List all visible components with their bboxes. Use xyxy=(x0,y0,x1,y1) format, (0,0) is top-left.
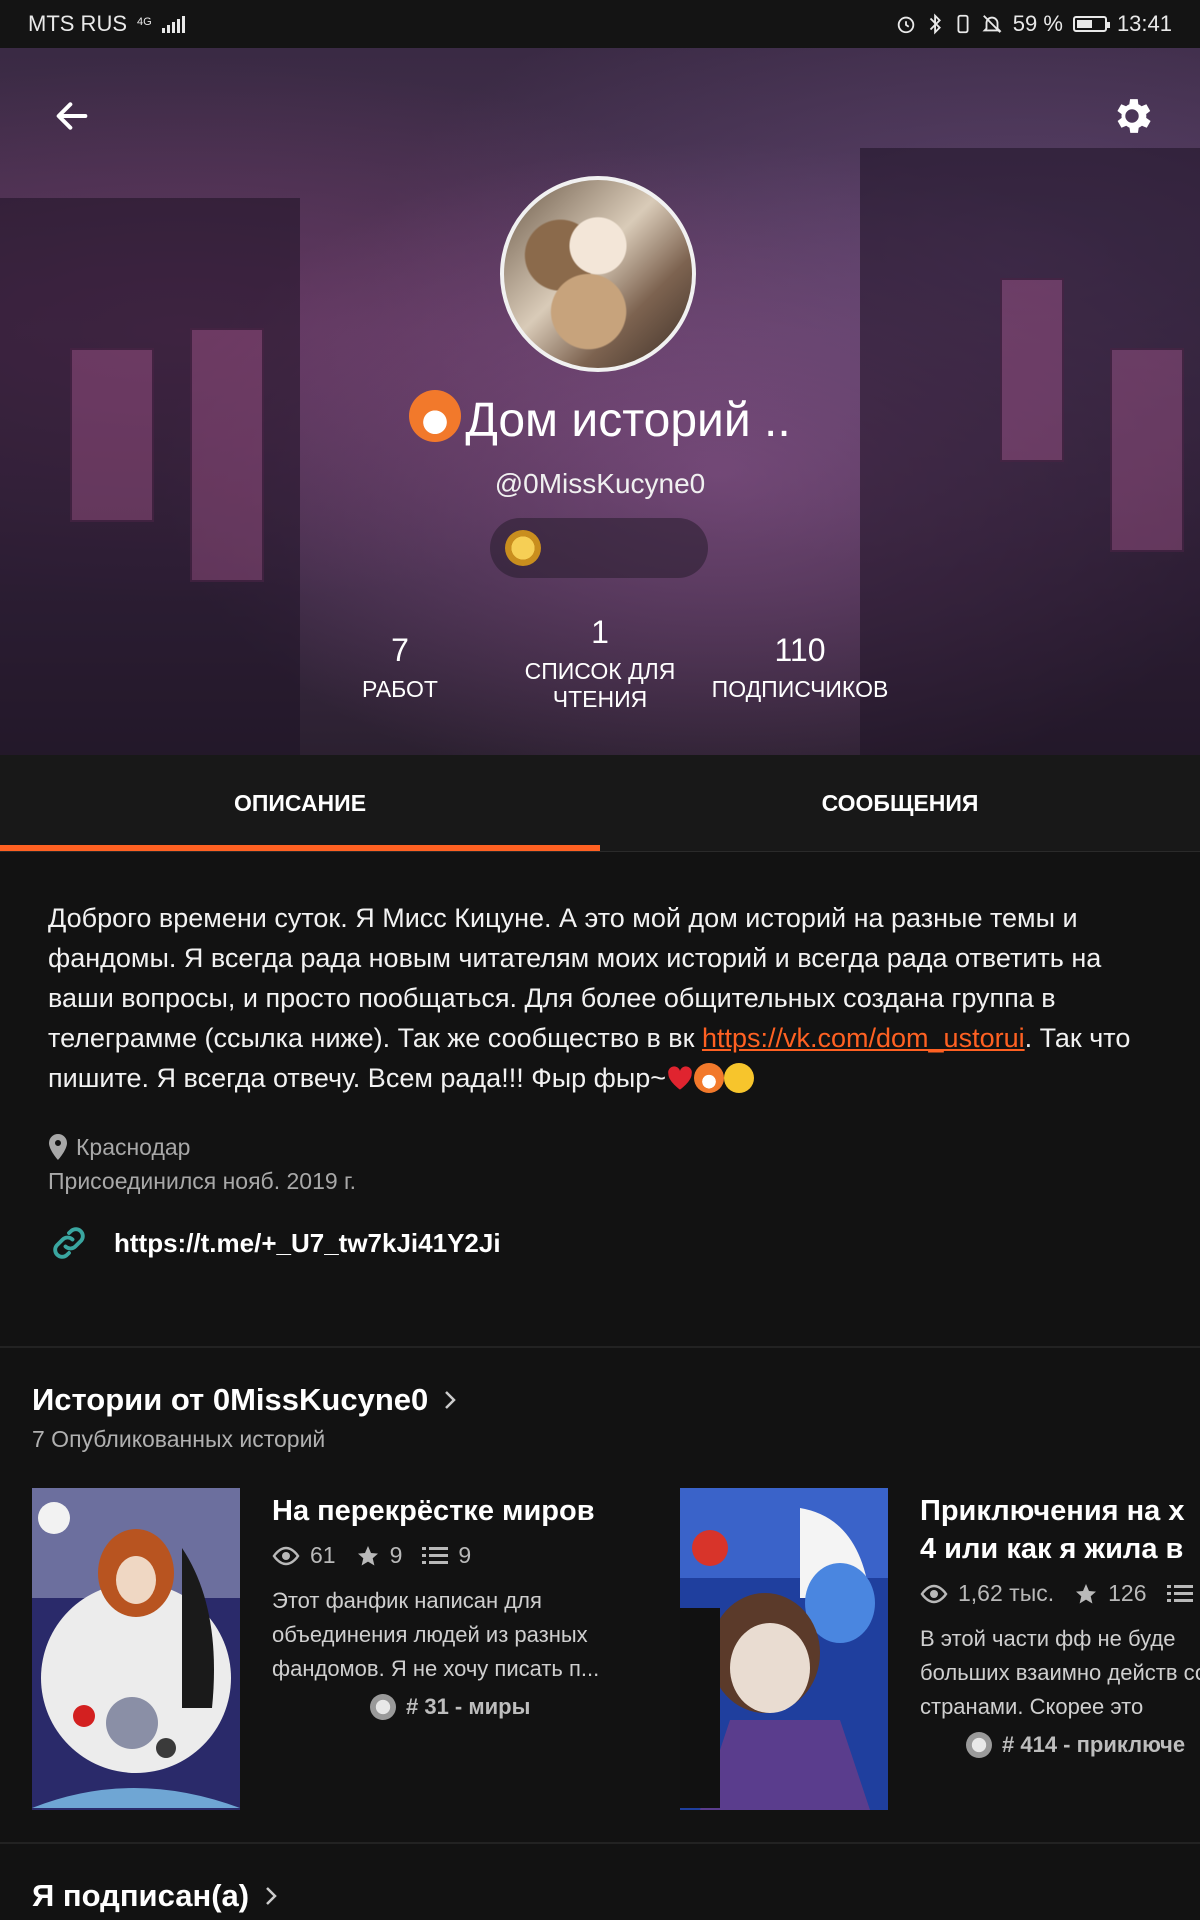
active-tab-indicator xyxy=(0,845,600,851)
medal-icon xyxy=(370,1694,396,1720)
gear-icon xyxy=(1117,99,1151,133)
vk-link[interactable]: https://vk.com/dom_ustorui xyxy=(702,1023,1025,1053)
stories-section-title[interactable]: Истории от 0MissKucyne0 xyxy=(32,1382,458,1418)
stat-reading-list-count: 1 xyxy=(591,614,609,650)
medal-icon xyxy=(966,1732,992,1758)
story-cover xyxy=(32,1488,240,1810)
wink-emoji-icon xyxy=(724,1063,755,1093)
coin-badge-icon xyxy=(505,530,541,566)
vibrate-icon xyxy=(957,14,969,34)
background-window xyxy=(1110,348,1184,552)
story-stats: 61 9 9 xyxy=(272,1542,471,1569)
story-title: Приключения на х 4 или как я жила в xyxy=(920,1495,1185,1565)
external-link[interactable]: https://t.me/+_U7_tw7kJi41Y2Ji xyxy=(48,1222,501,1264)
story-votes: 9 xyxy=(389,1542,403,1568)
profile-display-name: Дом историй .. xyxy=(0,390,1200,448)
stat-works-count: 7 xyxy=(391,632,409,668)
arrow-left-icon xyxy=(56,102,88,130)
network-type: 4G xyxy=(137,16,152,28)
fox-emoji-icon xyxy=(409,390,462,442)
settings-button[interactable] xyxy=(1102,86,1162,146)
avatar[interactable] xyxy=(500,176,696,372)
alarm-icon xyxy=(897,16,915,34)
joined-date: Присоединился нояб. 2019 г. xyxy=(48,1168,357,1194)
list-icon xyxy=(422,1546,449,1564)
tab-messages[interactable]: СООБЩЕНИЯ xyxy=(600,755,1200,851)
link-icon xyxy=(53,1227,85,1259)
battery-percent: 59 % xyxy=(1012,11,1063,36)
star-icon xyxy=(357,1545,378,1565)
fox-emoji-icon xyxy=(694,1063,725,1093)
profile-username: @0MissKucyne0 xyxy=(494,468,706,499)
stories-count: 7 Опубликованных историй xyxy=(32,1426,326,1452)
section-divider xyxy=(0,1346,1200,1348)
story-rank: # 31 - миры xyxy=(370,1694,530,1720)
star-icon xyxy=(1076,1583,1097,1603)
mute-bell-icon xyxy=(982,15,1002,33)
background-window xyxy=(190,328,264,582)
location-text: Краснодар xyxy=(76,1134,191,1160)
story-votes: 126 xyxy=(1108,1580,1147,1606)
heart-emoji-icon xyxy=(668,1066,692,1090)
profile-header: Дом историй .. @0MissKucyne0 7 РАБОТ 1 С… xyxy=(0,48,1200,755)
story-card[interactable]: Приключения на х 4 или как я жила в 1,62… xyxy=(680,1488,1200,1818)
list-icon xyxy=(1166,1584,1193,1602)
stat-followers-count: 110 xyxy=(774,632,826,668)
profile-description: Доброго времени суток. Я Мисс Кицуне. А … xyxy=(48,903,1131,1093)
signal-icon xyxy=(161,15,185,33)
story-reads: 61 xyxy=(310,1542,336,1568)
eye-icon xyxy=(920,1584,948,1603)
story-reads: 1,62 тыс. xyxy=(958,1580,1055,1606)
stat-followers-label: ПОДПИСЧИКОВ xyxy=(711,676,889,702)
section-divider xyxy=(0,1842,1200,1844)
story-cover xyxy=(680,1488,888,1810)
external-link-text: https://t.me/+_U7_tw7kJi41Y2Ji xyxy=(114,1227,501,1258)
tab-description[interactable]: ОПИСАНИЕ xyxy=(0,755,600,851)
story-stats: 1,62 тыс. 126 xyxy=(920,1580,1193,1607)
story-parts: 9 xyxy=(458,1542,472,1568)
stat-reading-list[interactable]: 1 СПИСОК ДЛЯ ЧТЕНИЯ xyxy=(510,614,690,713)
story-title: На перекрёстке миров xyxy=(272,1495,595,1527)
story-description: В этой части фф не буде больших взаимно … xyxy=(920,1626,1200,1719)
clock: 13:41 xyxy=(1116,11,1172,36)
stat-works[interactable]: 7 РАБОТ xyxy=(320,628,480,703)
story-rank: # 414 - приключе xyxy=(966,1732,1185,1758)
chevron-right-icon xyxy=(266,1887,277,1905)
status-bar: MTS RUS 4G 59 % 13:41 xyxy=(0,0,1200,48)
stat-followers[interactable]: 110 ПОДПИСЧИКОВ xyxy=(700,628,900,703)
story-card[interactable]: На перекрёстке миров 61 9 9 Этот фанфик … xyxy=(32,1488,672,1818)
back-arrow-button[interactable] xyxy=(44,88,100,144)
profile-meta: Краснодар Присоединился нояб. 2019 г. xyxy=(48,1130,356,1198)
chevron-right-icon xyxy=(445,1391,457,1409)
story-description: Этот фанфик написан для объединения люде… xyxy=(272,1588,600,1681)
location-pin-icon xyxy=(49,1134,67,1160)
battery-icon xyxy=(1072,16,1110,32)
profile-tabs: ОПИСАНИЕ СООБЩЕНИЯ xyxy=(0,755,1200,852)
stat-works-label: РАБОТ xyxy=(362,676,438,702)
carrier-name: MTS RUS xyxy=(28,11,127,36)
following-section-title[interactable]: Я подписан(а) xyxy=(32,1878,279,1914)
bluetooth-icon xyxy=(929,13,941,35)
eye-icon xyxy=(272,1546,300,1565)
stat-reading-list-label: СПИСОК ДЛЯ ЧТЕНИЯ xyxy=(524,658,676,712)
